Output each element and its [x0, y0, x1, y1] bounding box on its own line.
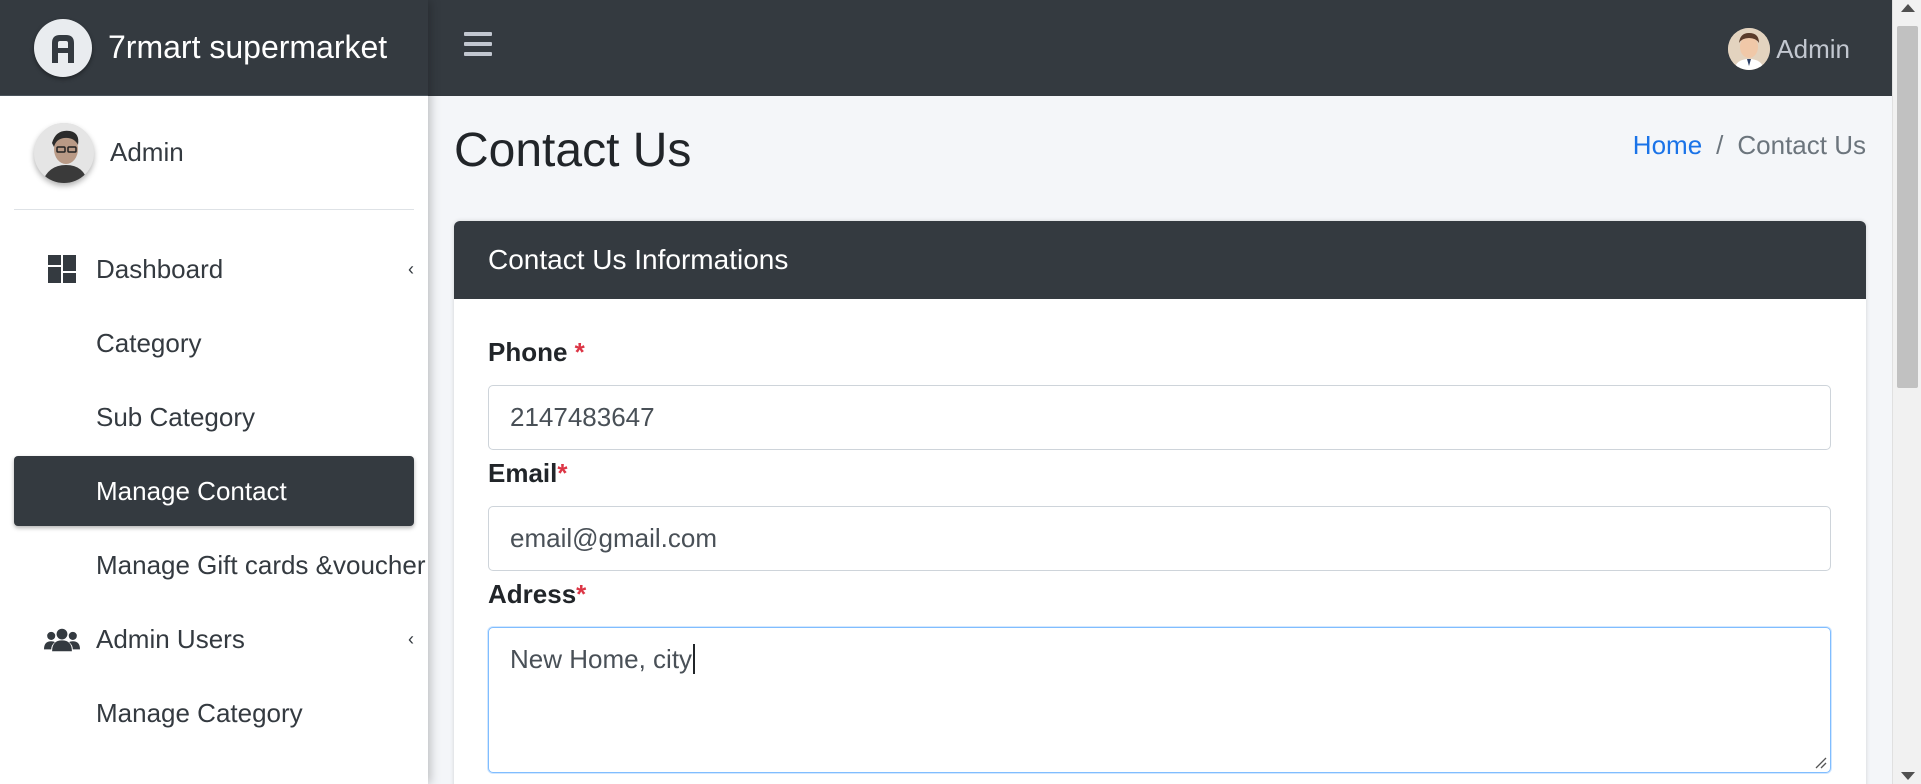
breadcrumb: Home / Contact Us	[1633, 130, 1866, 161]
address-label: Adress*	[488, 579, 587, 609]
contact-info-card: Contact Us Informations Phone * 21474836…	[454, 221, 1866, 784]
required-marker: *	[557, 458, 568, 488]
email-label: Email*	[488, 458, 568, 488]
phone-label: Phone *	[488, 337, 585, 367]
sidebar: 7rmart supermarket Admin Dashboard ‹ Cat…	[0, 0, 428, 784]
top-navbar: Admin	[428, 0, 1892, 96]
user-panel[interactable]: Admin	[14, 96, 414, 210]
required-marker: *	[574, 337, 585, 367]
chevron-left-icon: ‹	[408, 628, 414, 649]
sidebar-item-dashboard[interactable]: Dashboard ‹	[14, 234, 414, 304]
sidebar-item-manage-contact[interactable]: Manage Contact	[14, 456, 414, 526]
sidebar-item-sub-category[interactable]: Sub Category	[14, 382, 414, 452]
brand-logo-icon	[34, 18, 92, 77]
sidebar-nav: Dashboard ‹ Category Sub Category Manage…	[14, 210, 426, 748]
sidebar-item-label: Category	[96, 327, 202, 358]
scroll-up-arrow-icon[interactable]	[1901, 4, 1915, 12]
sidebar-item-label: Admin Users	[96, 623, 245, 654]
page-scrollbar[interactable]	[1892, 0, 1921, 784]
sidebar-item-label: Manage Gift cards &voucher	[96, 549, 426, 580]
user-avatar	[34, 122, 94, 183]
sidebar-item-admin-users[interactable]: Admin Users ‹	[14, 604, 414, 674]
breadcrumb-current: Contact Us	[1737, 130, 1866, 160]
email-field[interactable]: email@gmail.com	[488, 506, 1831, 571]
breadcrumb-separator: /	[1716, 130, 1724, 160]
contact-form: Phone * 2147483647 Email* email@gmail.co…	[454, 299, 1866, 773]
topbar-avatar	[1728, 28, 1771, 70]
card-header: Contact Us Informations	[454, 221, 1866, 299]
brand-link[interactable]: 7rmart supermarket	[0, 0, 428, 96]
brand-name: 7rmart supermarket	[108, 29, 388, 65]
topbar-user-menu[interactable]: Admin	[1728, 28, 1850, 70]
phone-field[interactable]: 2147483647	[488, 385, 1831, 450]
card-title: Contact Us Informations	[488, 244, 789, 275]
scroll-thumb[interactable]	[1897, 26, 1918, 388]
resize-handle-icon[interactable]	[1813, 755, 1827, 769]
sidebar-item-manage-category[interactable]: Manage Category	[14, 678, 414, 748]
breadcrumb-home-link[interactable]: Home	[1633, 130, 1702, 161]
text-caret	[693, 644, 696, 674]
sidebar-item-label: Manage Contact	[96, 475, 287, 506]
address-textarea[interactable]: New Home, city	[488, 627, 1831, 773]
sidebar-user-name: Admin	[110, 137, 184, 167]
hamburger-menu-icon[interactable]	[464, 32, 492, 58]
sidebar-item-category[interactable]: Category	[14, 308, 414, 378]
sidebar-item-manage-gift-cards[interactable]: Manage Gift cards &voucher	[14, 530, 426, 600]
users-icon	[44, 621, 80, 657]
sidebar-item-label: Dashboard	[96, 253, 224, 284]
chevron-left-icon: ‹	[408, 258, 414, 279]
topbar-user-name: Admin	[1776, 33, 1850, 64]
scroll-down-arrow-icon[interactable]	[1901, 772, 1915, 780]
sidebar-item-label: Manage Category	[96, 697, 303, 728]
dashboard-grid-icon	[44, 251, 80, 287]
required-marker: *	[576, 579, 587, 609]
content-header: Contact Us Home / Contact Us	[454, 118, 1866, 188]
page-title: Contact Us	[454, 124, 692, 177]
sidebar-item-label: Sub Category	[96, 401, 255, 432]
